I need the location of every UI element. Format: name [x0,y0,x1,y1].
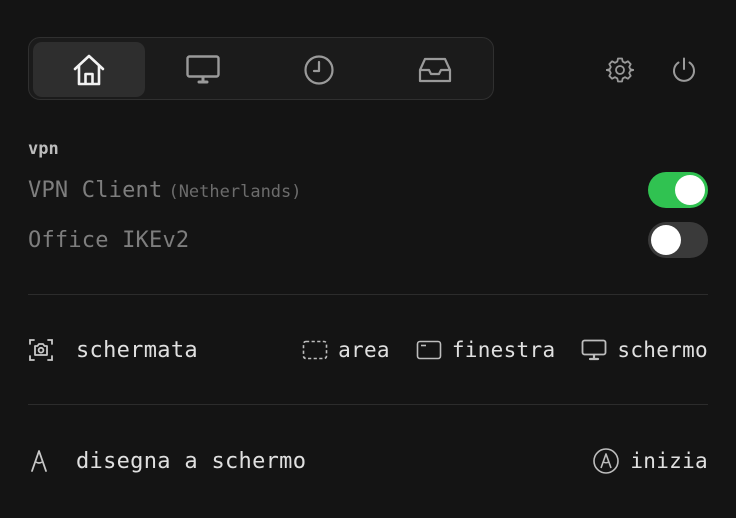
capture-area-button[interactable]: area [302,338,390,362]
gear-icon [606,57,634,83]
capture-screen-button[interactable]: schermo [581,338,708,362]
clock-icon [304,54,334,85]
power-icon [673,57,695,82]
office-ikev2-toggle[interactable] [648,222,708,258]
tab-home[interactable] [33,42,145,97]
toggle-knob [675,175,705,205]
draw-row: disegna a schermo inizia [28,441,708,481]
divider [28,404,708,405]
screenshot-label: schermata [76,337,198,363]
inbox-icon [418,57,452,82]
tab-inbox[interactable] [379,42,491,97]
pen-circle-icon [592,447,620,475]
capture-screen-label: schermo [617,338,708,362]
capture-window-label: finestra [451,338,556,362]
vpn-connection-location: (Netherlands) [168,181,302,202]
tab-display[interactable] [147,42,259,97]
capture-area-label: area [338,338,390,362]
draw-label: disegna a schermo [76,448,307,474]
capture-window-button[interactable]: finestra [416,338,556,362]
monitor-icon [186,54,220,83]
start-drawing-label: inizia [630,449,708,473]
vpn-client-toggle[interactable] [648,172,708,208]
tab-history[interactable] [263,42,375,97]
settings-button[interactable] [602,52,638,88]
vpn-connection-label: VPN Client (Netherlands) [28,178,302,203]
vpn-section-label: vpn [28,139,59,159]
vpn-connection-label: Office IKEv2 [28,228,189,253]
vpn-row-client: VPN Client (Netherlands) [28,172,708,208]
power-button[interactable] [666,52,702,88]
dashed-rect-icon [302,340,328,360]
camera-icon [28,334,60,366]
tab-bar [28,37,494,100]
toggle-knob [651,225,681,255]
vpn-connection-name: Office IKEv2 [28,227,190,253]
home-icon [73,54,105,85]
vpn-connection-name: VPN Client [28,177,163,203]
screenshot-row: schermata area finestra schermo [28,330,708,370]
monitor-icon [581,339,607,361]
vpn-row-office: Office IKEv2 [28,222,708,258]
start-drawing-button[interactable]: inizia [592,447,708,475]
divider [28,294,708,295]
window-icon [416,340,442,360]
pen-icon [28,445,60,477]
